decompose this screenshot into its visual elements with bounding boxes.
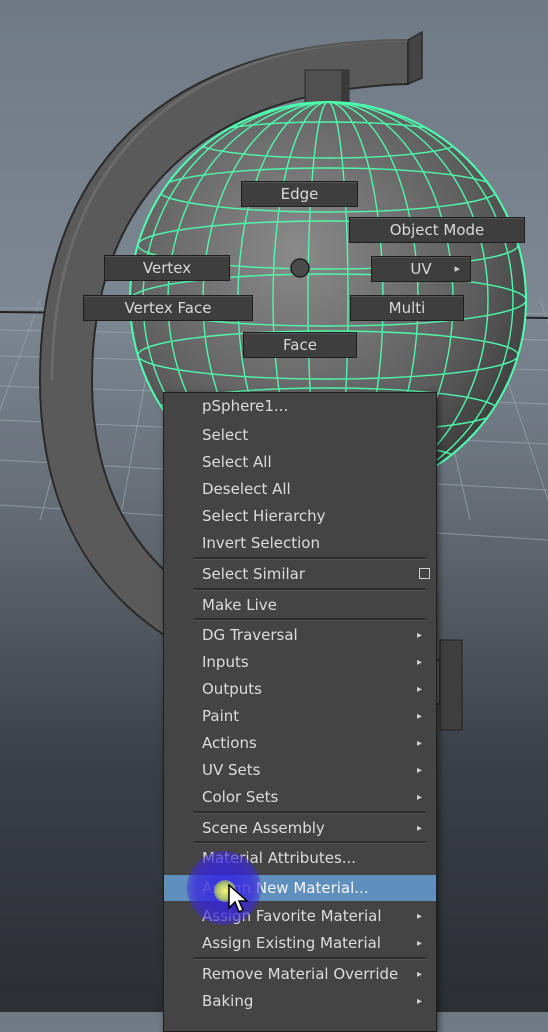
menu-item-invert-selection[interactable]: Invert Selection <box>164 530 436 557</box>
menu-item-label: Material Attributes... <box>202 849 357 867</box>
mouse-cursor-icon <box>228 884 249 914</box>
menu-item-make-live[interactable]: Make Live <box>164 592 436 619</box>
menu-separator <box>194 811 426 814</box>
menu-item-label: Select Similar <box>202 565 306 583</box>
menu-item-label: Select Hierarchy <box>202 507 326 525</box>
menu-item-label: UV Sets <box>202 761 261 779</box>
menu-item-label: Deselect All <box>202 480 291 498</box>
marking-face-button[interactable]: Face <box>243 332 357 358</box>
option-box-icon[interactable] <box>419 568 430 579</box>
menu-item-assign-existing-material[interactable]: Assign Existing Material ▸ <box>164 930 436 957</box>
submenu-arrow-icon: ▸ <box>416 969 422 980</box>
submenu-arrow-icon: ▸ <box>454 262 460 275</box>
menu-item-deselect-all[interactable]: Deselect All <box>164 476 436 503</box>
submenu-arrow-icon: ▸ <box>416 684 422 695</box>
menu-separator <box>194 841 426 844</box>
context-menu: pSphere1... Select Select All Deselect A… <box>163 392 437 1032</box>
submenu-arrow-icon: ▸ <box>416 792 422 803</box>
menu-item-inputs[interactable]: Inputs ▸ <box>164 649 436 676</box>
marking-uv-button[interactable]: UV ▸ <box>371 256 471 282</box>
submenu-arrow-icon: ▸ <box>416 911 422 922</box>
marking-edge-button[interactable]: Edge <box>241 181 358 207</box>
marking-vertex-face-label: Vertex Face <box>124 299 212 317</box>
submenu-arrow-icon: ▸ <box>416 711 422 722</box>
menu-item-remove-material-override[interactable]: Remove Material Override ▸ <box>164 961 436 988</box>
marking-object-mode-label: Object Mode <box>389 221 485 239</box>
menu-item-label: Select All <box>202 453 272 471</box>
menu-separator <box>194 557 426 560</box>
menu-item-label: Invert Selection <box>202 534 320 552</box>
menu-separator <box>194 618 426 621</box>
submenu-arrow-icon: ▸ <box>416 938 422 949</box>
submenu-arrow-icon: ▸ <box>416 738 422 749</box>
marking-object-mode-button[interactable]: Object Mode <box>349 217 525 243</box>
submenu-arrow-icon: ▸ <box>416 823 422 834</box>
menu-item-label: Baking <box>202 992 254 1010</box>
menu-item-label: Scene Assembly <box>202 819 325 837</box>
menu-item-label: Color Sets <box>202 788 279 806</box>
marking-uv-label: UV <box>410 260 432 278</box>
menu-item-actions[interactable]: Actions ▸ <box>164 730 436 757</box>
menu-item-select-all[interactable]: Select All <box>164 449 436 476</box>
menu-item-scene-assembly[interactable]: Scene Assembly ▸ <box>164 815 436 842</box>
submenu-arrow-icon: ▸ <box>416 765 422 776</box>
menu-item-label: Outputs <box>202 680 262 698</box>
marking-edge-label: Edge <box>280 185 319 203</box>
menu-item-label: Make Live <box>202 596 277 614</box>
marking-multi-button[interactable]: Multi <box>350 295 464 321</box>
menu-item-paint[interactable]: Paint ▸ <box>164 703 436 730</box>
menu-item-select-hierarchy[interactable]: Select Hierarchy <box>164 503 436 530</box>
submenu-arrow-icon: ▸ <box>416 657 422 668</box>
menu-title-item[interactable]: pSphere1... <box>164 393 436 420</box>
menu-item-dg-traversal[interactable]: DG Traversal ▸ <box>164 622 436 649</box>
menu-item-uv-sets[interactable]: UV Sets ▸ <box>164 757 436 784</box>
marking-vertex-label: Vertex <box>142 259 192 277</box>
menu-item-select-similar[interactable]: Select Similar <box>164 561 436 588</box>
menu-item-label: Paint <box>202 707 240 725</box>
submenu-arrow-icon: ▸ <box>416 630 422 641</box>
marking-menu-center <box>290 258 310 278</box>
menu-item-label: DG Traversal <box>202 626 298 644</box>
marking-multi-label: Multi <box>388 299 426 317</box>
menu-item-label: Select <box>202 426 249 444</box>
submenu-arrow-icon: ▸ <box>416 996 422 1007</box>
menu-item-label: Actions <box>202 734 257 752</box>
menu-item-label: Inputs <box>202 653 249 671</box>
menu-separator <box>194 957 426 960</box>
menu-item-baking[interactable]: Baking ▸ <box>164 988 436 1015</box>
menu-title-label: pSphere1... <box>202 397 289 415</box>
menu-item-label: Assign New Material... <box>202 879 369 897</box>
menu-item-assign-new-material[interactable]: Assign New Material... <box>164 875 436 901</box>
menu-item-label: Remove Material Override <box>202 965 399 983</box>
menu-item-outputs[interactable]: Outputs ▸ <box>164 676 436 703</box>
menu-item-label: Assign Existing Material <box>202 934 381 952</box>
menu-item-select[interactable]: Select <box>164 422 436 449</box>
menu-item-assign-favorite-material[interactable]: Assign Favorite Material ▸ <box>164 903 436 930</box>
marking-face-label: Face <box>283 336 317 354</box>
marking-vertex-face-button[interactable]: Vertex Face <box>83 295 253 321</box>
menu-item-color-sets[interactable]: Color Sets ▸ <box>164 784 436 811</box>
marking-vertex-button[interactable]: Vertex <box>104 255 230 281</box>
menu-item-material-attributes[interactable]: Material Attributes... <box>164 845 436 872</box>
menu-separator <box>194 588 426 591</box>
